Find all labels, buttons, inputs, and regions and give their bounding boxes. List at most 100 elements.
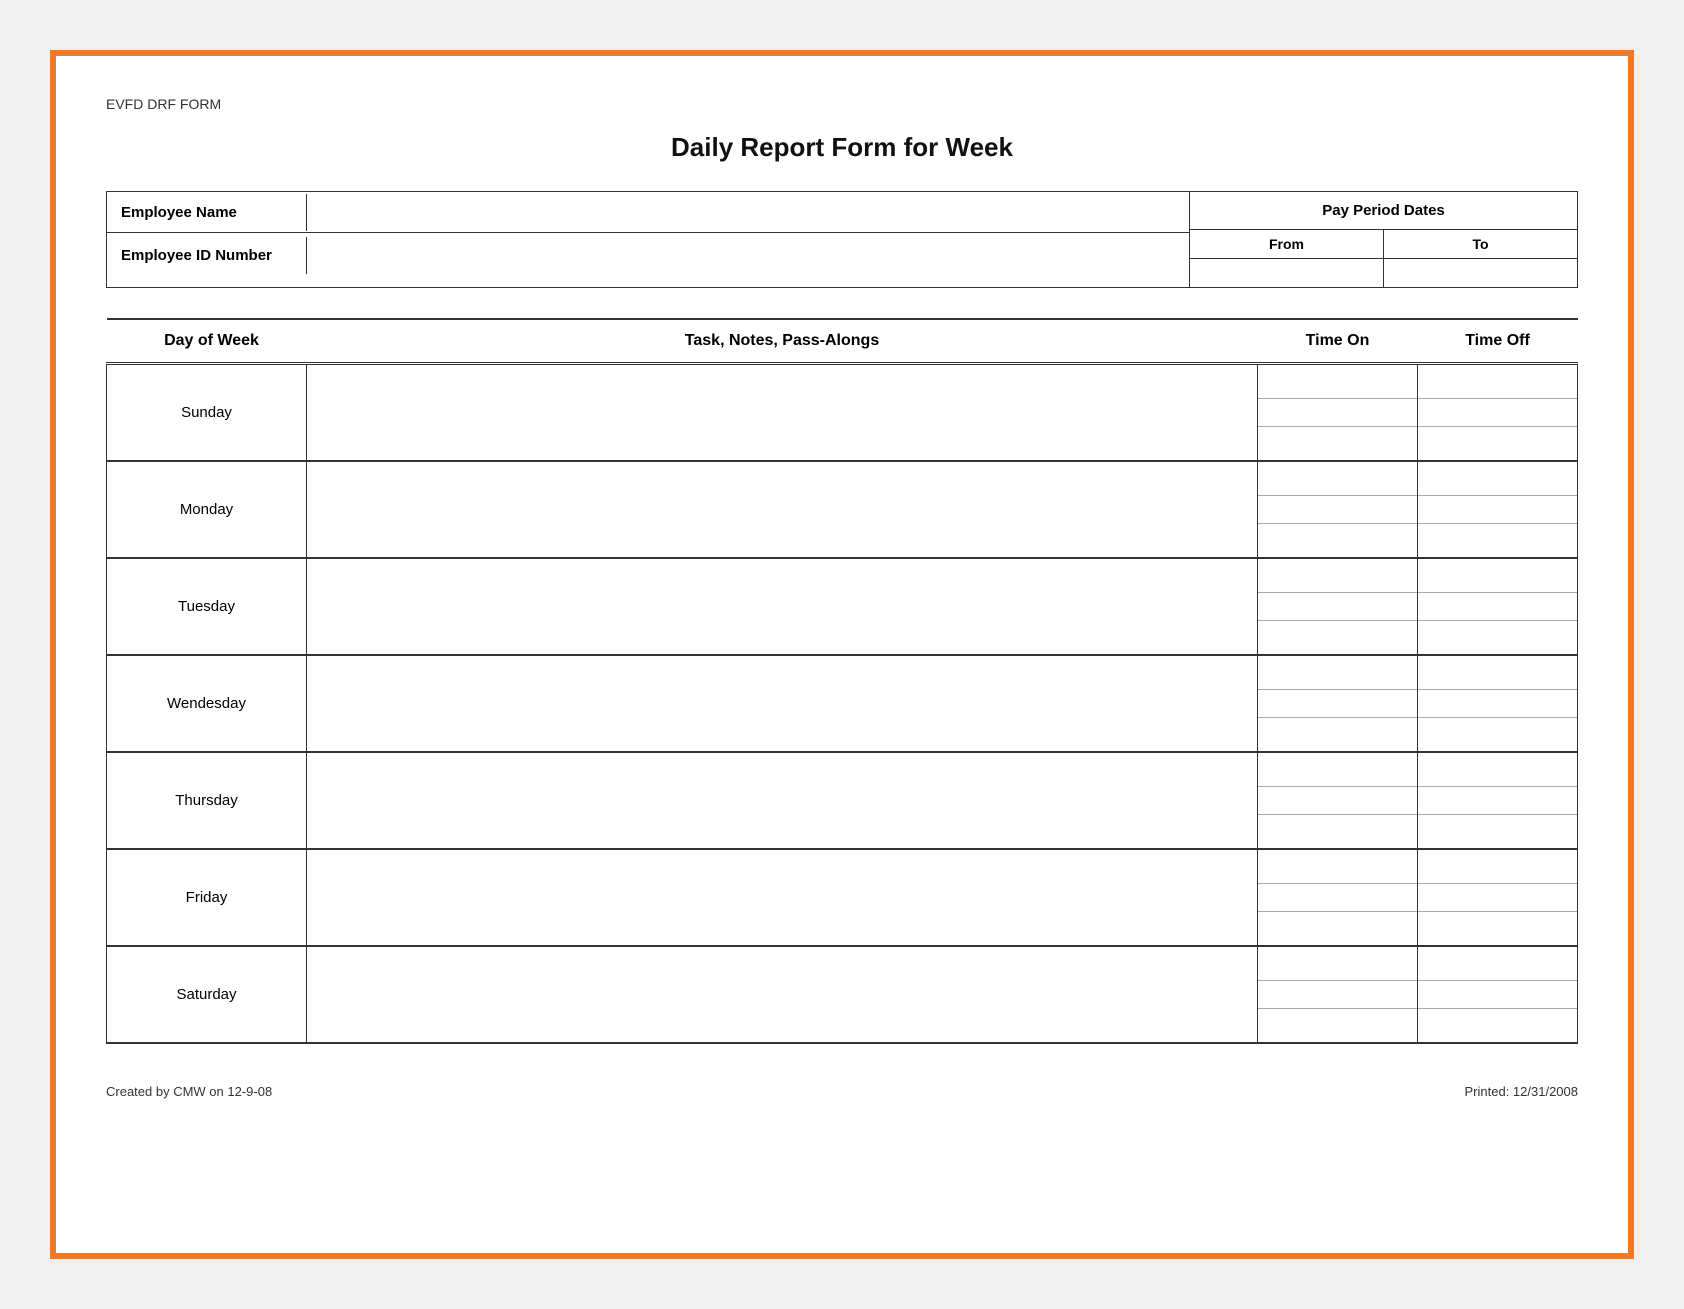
time-on-input[interactable]	[1258, 526, 1417, 549]
time-on-sub-row	[1258, 912, 1417, 940]
time-off-input[interactable]	[1418, 373, 1577, 396]
time-off-sub-row	[1418, 815, 1577, 843]
time-off-input[interactable]	[1418, 720, 1577, 743]
time-on-sub-row	[1258, 662, 1417, 690]
time-on-input[interactable]	[1258, 401, 1417, 424]
employee-id-label: Employee ID Number	[107, 237, 307, 274]
time-on-sub-row	[1258, 621, 1417, 649]
time-off-sub-row	[1418, 371, 1577, 399]
time-off-input[interactable]	[1418, 470, 1577, 493]
tasks-input[interactable]	[307, 850, 1257, 940]
time-off-cell	[1418, 752, 1578, 849]
time-off-input[interactable]	[1418, 955, 1577, 978]
time-off-input[interactable]	[1418, 886, 1577, 909]
time-on-input[interactable]	[1258, 789, 1417, 812]
pay-period-label: Pay Period Dates	[1190, 192, 1577, 230]
tasks-input[interactable]	[307, 947, 1257, 1037]
time-off-input[interactable]	[1418, 595, 1577, 618]
time-off-sub-row	[1418, 787, 1577, 815]
time-on-input[interactable]	[1258, 623, 1417, 646]
time-off-input[interactable]	[1418, 692, 1577, 715]
time-off-input[interactable]	[1418, 429, 1577, 452]
time-on-input[interactable]	[1258, 720, 1417, 743]
time-on-input[interactable]	[1258, 914, 1417, 937]
time-off-input[interactable]	[1418, 567, 1577, 590]
tasks-cell	[307, 364, 1258, 462]
time-on-input[interactable]	[1258, 761, 1417, 784]
col-header-timeoff: Time Off	[1418, 319, 1578, 364]
tasks-input[interactable]	[307, 559, 1257, 649]
time-off-input[interactable]	[1418, 817, 1577, 840]
time-on-input[interactable]	[1258, 595, 1417, 618]
tasks-input[interactable]	[307, 365, 1257, 455]
day-name-cell: Thursday	[107, 752, 307, 849]
time-off-input[interactable]	[1418, 914, 1577, 937]
time-on-sub-row	[1258, 718, 1417, 746]
time-off-input[interactable]	[1418, 858, 1577, 881]
tasks-input[interactable]	[307, 753, 1257, 843]
time-off-sub-row	[1418, 496, 1577, 524]
day-name-cell: Saturday	[107, 946, 307, 1043]
time-on-input[interactable]	[1258, 955, 1417, 978]
time-off-input[interactable]	[1418, 623, 1577, 646]
time-off-input[interactable]	[1418, 664, 1577, 687]
time-on-cell	[1258, 849, 1418, 946]
time-off-input[interactable]	[1418, 401, 1577, 424]
time-off-input[interactable]	[1418, 761, 1577, 784]
day-name-cell: Sunday	[107, 364, 307, 462]
time-on-sub-row	[1258, 496, 1417, 524]
tasks-cell	[307, 461, 1258, 558]
time-on-sub-row	[1258, 953, 1417, 981]
tasks-cell	[307, 558, 1258, 655]
time-on-input[interactable]	[1258, 567, 1417, 590]
time-on-input[interactable]	[1258, 429, 1417, 452]
time-on-cell	[1258, 558, 1418, 655]
time-off-input[interactable]	[1418, 789, 1577, 812]
time-on-sub-row	[1258, 399, 1417, 427]
page-wrapper: EVFD DRF FORM Daily Report Form for Week…	[50, 50, 1634, 1259]
employee-id-input[interactable]	[307, 233, 1189, 277]
table-row: Friday	[107, 849, 1578, 946]
pay-to-input[interactable]	[1384, 259, 1577, 287]
pay-from-cell: From	[1190, 230, 1384, 287]
time-off-sub-row	[1418, 524, 1577, 552]
time-on-input[interactable]	[1258, 886, 1417, 909]
pay-period-section: Pay Period Dates From To	[1189, 192, 1577, 287]
time-on-sub-row	[1258, 468, 1417, 496]
time-on-input[interactable]	[1258, 1011, 1417, 1034]
time-on-cell	[1258, 946, 1418, 1043]
time-off-input[interactable]	[1418, 498, 1577, 521]
time-on-input[interactable]	[1258, 470, 1417, 493]
time-on-sub-row	[1258, 815, 1417, 843]
time-on-input[interactable]	[1258, 858, 1417, 881]
pay-period-dates: From To	[1190, 230, 1577, 287]
col-header-tasks: Task, Notes, Pass-Alongs	[307, 319, 1258, 364]
footer: Created by CMW on 12-9-08 Printed: 12/31…	[106, 1084, 1578, 1099]
day-name-cell: Friday	[107, 849, 307, 946]
time-off-input[interactable]	[1418, 1011, 1577, 1034]
time-on-input[interactable]	[1258, 498, 1417, 521]
from-label: From	[1190, 230, 1383, 259]
time-off-cell	[1418, 364, 1578, 462]
tasks-cell	[307, 849, 1258, 946]
time-on-input[interactable]	[1258, 692, 1417, 715]
time-on-input[interactable]	[1258, 983, 1417, 1006]
time-off-sub-row	[1418, 690, 1577, 718]
time-on-sub-row	[1258, 1009, 1417, 1037]
time-off-input[interactable]	[1418, 983, 1577, 1006]
employee-name-input[interactable]	[307, 192, 1189, 232]
time-on-input[interactable]	[1258, 664, 1417, 687]
time-on-input[interactable]	[1258, 373, 1417, 396]
tasks-input[interactable]	[307, 462, 1257, 552]
time-off-sub-row	[1418, 981, 1577, 1009]
time-off-sub-row	[1418, 593, 1577, 621]
table-row: Monday	[107, 461, 1578, 558]
day-name-cell: Wendesday	[107, 655, 307, 752]
time-off-sub-row	[1418, 427, 1577, 455]
time-on-input[interactable]	[1258, 817, 1417, 840]
tasks-input[interactable]	[307, 656, 1257, 746]
time-off-input[interactable]	[1418, 526, 1577, 549]
time-on-sub-row	[1258, 371, 1417, 399]
form-label: EVFD DRF FORM	[106, 96, 1578, 112]
pay-from-input[interactable]	[1190, 259, 1383, 287]
